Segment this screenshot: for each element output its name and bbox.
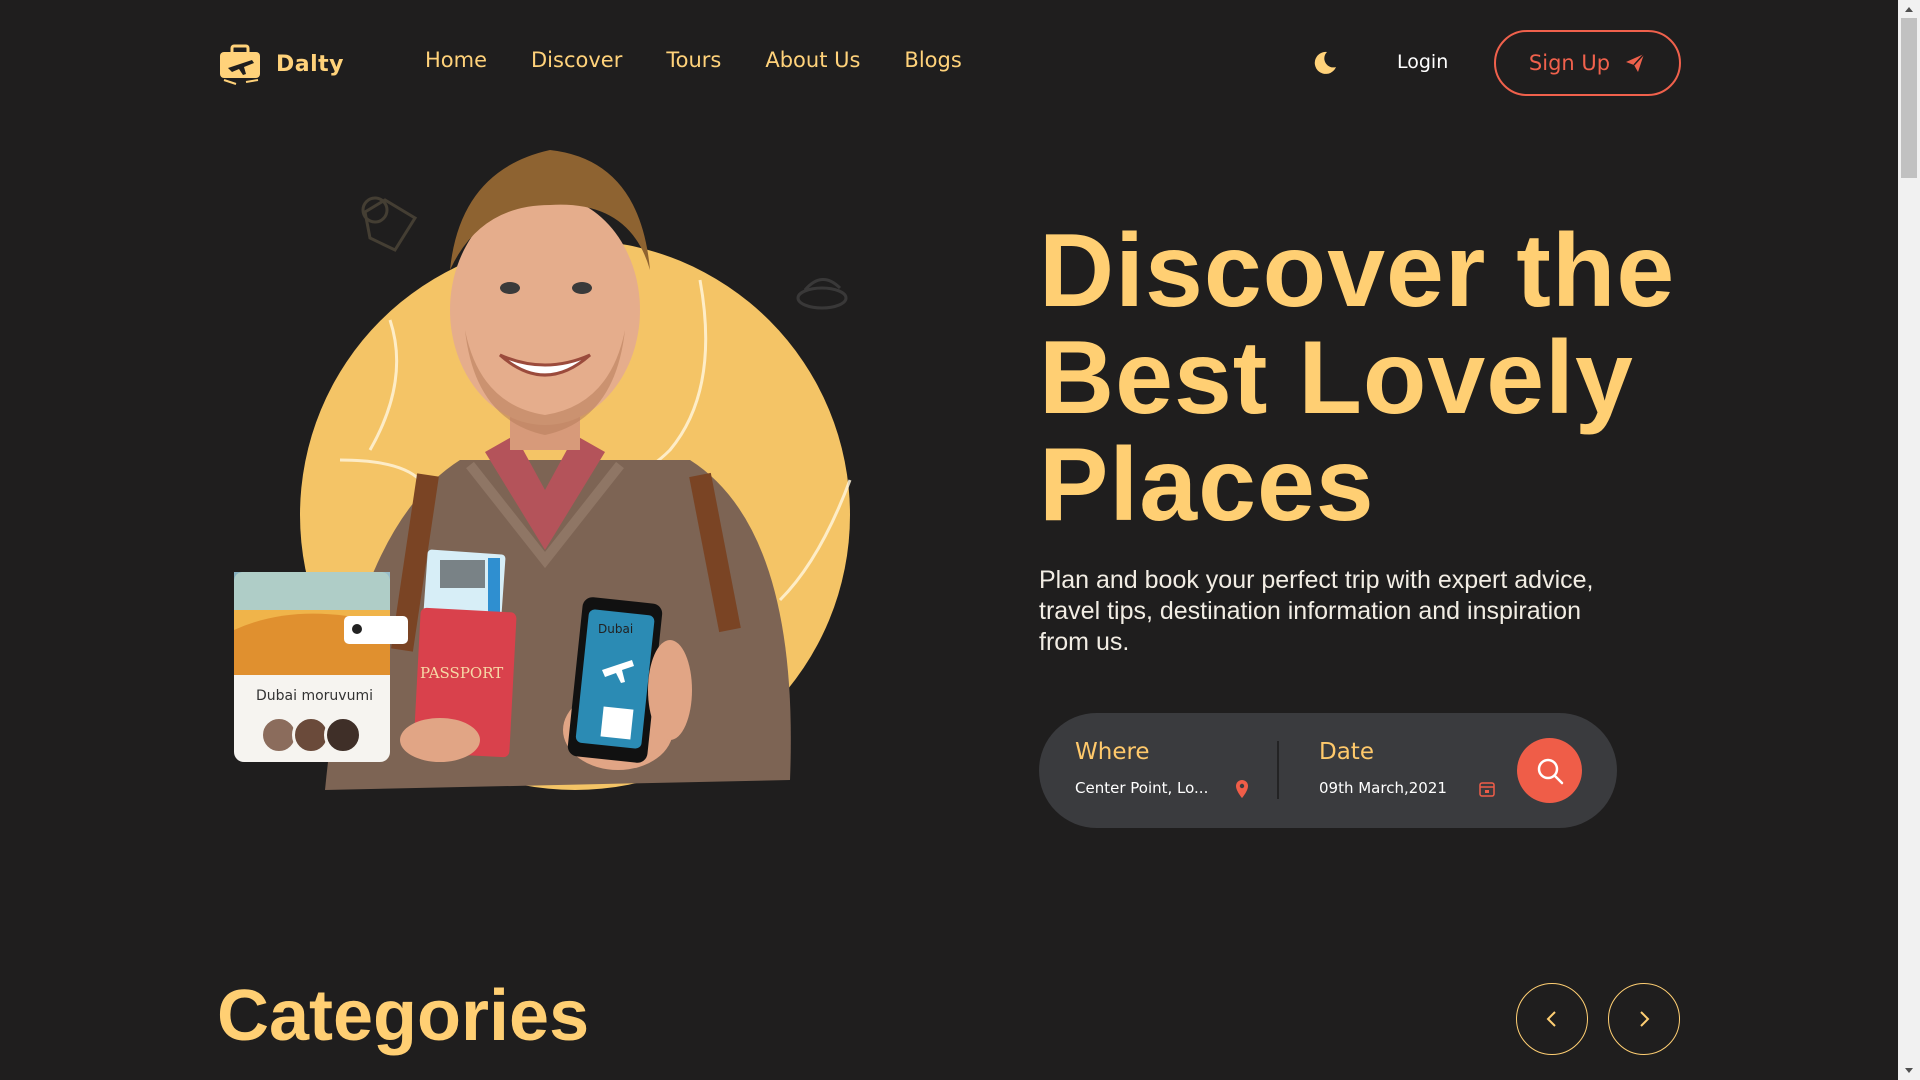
chevron-left-icon (1546, 1011, 1556, 1027)
page-scrollbar[interactable] (1898, 0, 1920, 1080)
avatar (324, 716, 362, 754)
hero-image: PASSPORT (234, 150, 852, 790)
signup-button[interactable]: Sign Up (1494, 30, 1681, 96)
paper-plane-icon (1626, 53, 1645, 72)
card-title: Dubai moruvumi (256, 688, 373, 704)
triangle-up-icon (1905, 7, 1913, 12)
date-value: 09th March,2021 (1319, 779, 1447, 797)
categories-next-button[interactable] (1608, 983, 1680, 1055)
card-location-tag: Dubai (598, 622, 634, 636)
date-label: Date (1319, 739, 1374, 765)
hero-headline: Discover the Best Lovely Places (1039, 218, 1699, 539)
where-value: Center Point, Lo... (1075, 779, 1209, 797)
theme-toggle-button[interactable] (1310, 49, 1338, 81)
card-avatars (260, 716, 362, 754)
suitcase-plane-icon (220, 44, 260, 85)
passport-text: PASSPORT (420, 664, 503, 682)
nav-tours[interactable]: Tours (666, 48, 721, 72)
date-field[interactable]: Date 09th March,2021 (1319, 739, 1499, 797)
nav-discover[interactable]: Discover (531, 48, 622, 72)
headline-line: Discover the (1039, 213, 1676, 329)
main-nav: Home Discover Tours About Us Blogs (425, 48, 962, 72)
where-label: Where (1075, 739, 1150, 765)
login-link[interactable]: Login (1397, 51, 1448, 73)
location-pin-icon (1236, 780, 1248, 798)
hero-illustration: PASSPORT Dubai Dubai moruvumi (230, 130, 880, 810)
scroll-down-button[interactable] (1898, 1062, 1920, 1080)
headline-line: Places (1039, 427, 1375, 543)
hat-deco-icon (796, 278, 848, 310)
scrollbar-thumb[interactable] (1901, 18, 1917, 178)
brand-logo[interactable]: Dalty (216, 42, 344, 86)
moon-icon (1314, 51, 1336, 74)
search-icon (1537, 758, 1563, 784)
chevron-right-icon (1640, 1011, 1650, 1027)
hero-subtitle: Plan and book your perfect trip with exp… (1039, 566, 1594, 656)
calendar-icon (1479, 782, 1495, 797)
where-field[interactable]: Where Center Point, Lo... (1075, 739, 1250, 797)
nav-home[interactable]: Home (425, 48, 487, 72)
signup-label: Sign Up (1528, 51, 1611, 75)
nav-blogs[interactable]: Blogs (904, 48, 961, 72)
search-divider (1277, 741, 1279, 799)
categories-prev-button[interactable] (1516, 983, 1588, 1055)
brand-name: Dalty (276, 51, 345, 77)
map-pin-deco-icon (361, 196, 418, 252)
categories-title: Categories (217, 976, 590, 1056)
page: Dalty Home Discover Tours About Us Blogs… (0, 0, 1898, 1080)
nav-about-us[interactable]: About Us (765, 48, 860, 72)
search-button[interactable] (1517, 738, 1582, 803)
triangle-down-icon (1905, 1068, 1913, 1073)
scroll-up-button[interactable] (1898, 0, 1920, 18)
headline-line: Best Lovely (1039, 320, 1634, 436)
search-bar: Where Center Point, Lo... Date 09th Marc… (1039, 713, 1617, 828)
